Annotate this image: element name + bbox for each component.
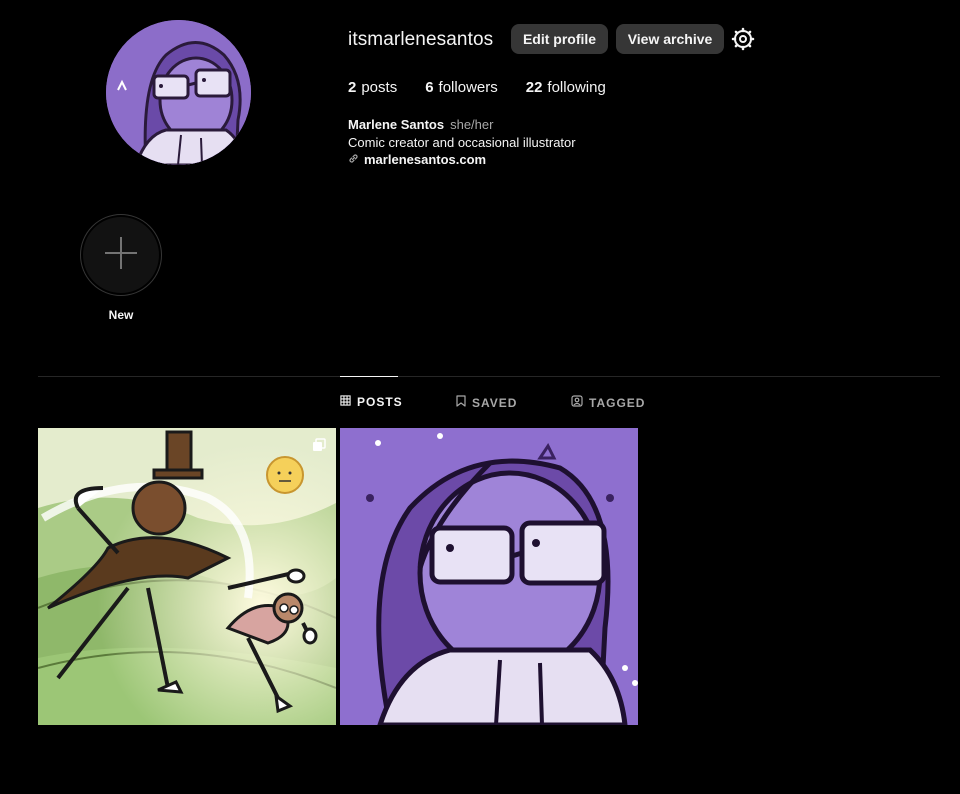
pronouns: she/her (450, 117, 494, 132)
following-count: 22 (525, 79, 543, 96)
bookmark-icon (456, 395, 466, 410)
posts-stat: 2 posts (348, 79, 397, 96)
followers-stat[interactable]: 6 followers (425, 79, 498, 96)
following-stat[interactable]: 22 following (526, 79, 606, 96)
gear-icon[interactable] (731, 27, 755, 51)
view-archive-button[interactable]: View archive (616, 24, 724, 54)
following-label: following (547, 79, 606, 96)
edit-profile-button[interactable]: Edit profile (511, 24, 608, 54)
followers-label: followers (438, 79, 498, 96)
link-icon (348, 151, 359, 169)
display-name: Marlene Santos (348, 117, 445, 132)
tab-saved-label: SAVED (472, 395, 518, 410)
profile-username: itsmarlenesantos (348, 29, 494, 50)
followers-count: 6 (425, 79, 434, 96)
posts-label: posts (361, 79, 398, 96)
tabs-divider (38, 376, 940, 377)
active-tab-indicator (340, 376, 398, 377)
tab-tagged-label: TAGGED (589, 395, 646, 410)
tab-posts[interactable]: POSTS (340, 395, 403, 409)
profile-page: itsmarlenesantos Edit profile View archi… (0, 0, 960, 794)
post-self-portrait[interactable] (340, 428, 638, 725)
plus-icon (102, 234, 140, 277)
avatar[interactable] (106, 20, 251, 165)
tab-posts-label: POSTS (357, 395, 403, 409)
bio-link[interactable]: marlenesantos.com (348, 151, 576, 169)
new-highlight-button[interactable] (80, 214, 162, 296)
new-highlight-label: New (108, 308, 134, 322)
tab-tagged[interactable]: TAGGED (571, 395, 645, 410)
bio-description: Comic creator and occasional illustrator (348, 134, 576, 150)
multiple-images-icon (312, 438, 326, 452)
tab-saved[interactable]: SAVED (456, 395, 517, 410)
bio-link-text: marlenesantos.com (364, 152, 487, 167)
profile-bio: Marlene Santos she/her Comic creator and … (348, 116, 576, 169)
grid-icon (340, 395, 351, 409)
profile-stats: 2 posts 6 followers 22 following (348, 79, 634, 96)
tagged-icon (571, 395, 583, 410)
post-comic-hat-character[interactable] (38, 428, 336, 725)
posts-count: 2 (348, 79, 357, 96)
